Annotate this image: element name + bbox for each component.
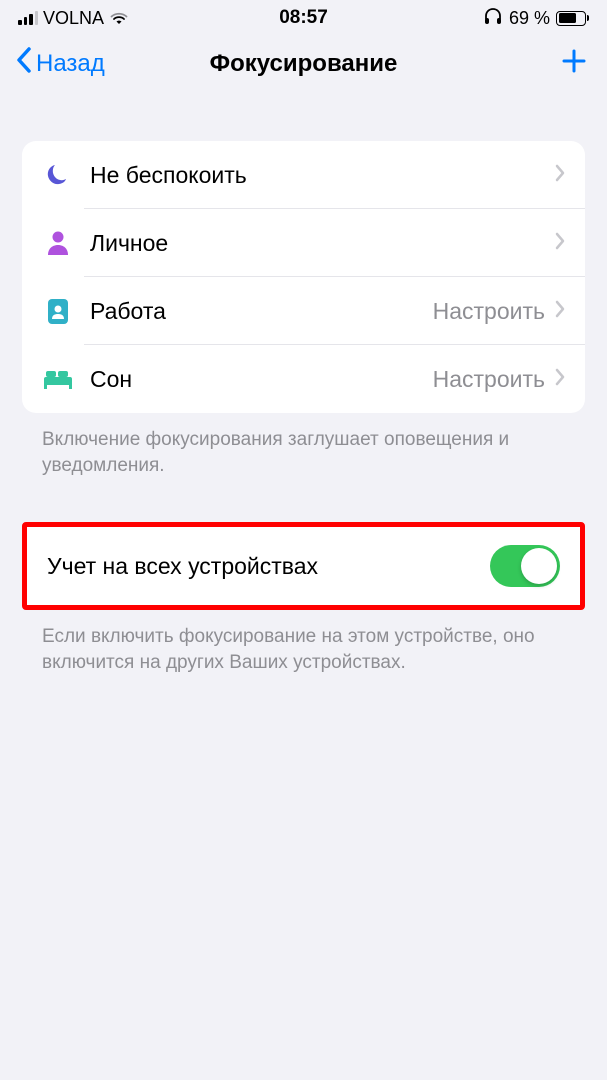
share-across-devices-row[interactable]: Учет на всех устройствах: [27, 527, 580, 605]
share-footer-text: Если включить фокусирование на этом устр…: [22, 610, 585, 689]
page-title: Фокусирование: [210, 50, 398, 78]
highlighted-section: Учет на всех устройствах: [22, 522, 585, 610]
chevron-right-icon: [555, 300, 565, 323]
focus-mode-do-not-disturb[interactable]: Не беспокоить: [22, 141, 585, 209]
chevron-right-icon: [555, 164, 565, 187]
status-time: 08:57: [279, 7, 328, 29]
navigation-bar: Назад Фокусирование: [0, 32, 607, 99]
battery-icon: [556, 11, 589, 26]
back-label: Назад: [36, 50, 105, 78]
switch-label: Учет на всех устройствах: [47, 553, 318, 580]
focus-mode-sleep[interactable]: Сон Настроить: [22, 345, 585, 413]
carrier-label: VOLNA: [43, 8, 104, 29]
badge-icon: [42, 297, 74, 325]
cellular-signal-icon: [18, 11, 38, 25]
item-detail: Настроить: [433, 298, 545, 325]
wifi-icon: [109, 11, 129, 25]
focus-footer-text: Включение фокусирования заглушает оповещ…: [22, 413, 585, 492]
moon-icon: [42, 162, 74, 188]
status-bar: VOLNA 08:57 69 %: [0, 0, 607, 32]
share-toggle[interactable]: [490, 545, 560, 587]
focus-mode-personal[interactable]: Личное: [22, 209, 585, 277]
battery-percent-label: 69 %: [509, 8, 550, 29]
bed-icon: [42, 368, 74, 390]
item-detail: Настроить: [433, 366, 545, 393]
chevron-right-icon: [555, 368, 565, 391]
add-button[interactable]: [557, 44, 591, 83]
item-label: Личное: [90, 230, 555, 257]
content-area: Не беспокоить Личное: [0, 141, 607, 690]
back-button[interactable]: Назад: [16, 47, 105, 80]
chevron-right-icon: [555, 232, 565, 255]
item-label: Сон: [90, 366, 433, 393]
headphones-icon: [483, 7, 503, 30]
item-label: Не беспокоить: [90, 162, 555, 189]
plus-icon: [561, 61, 587, 78]
focus-modes-list: Не беспокоить Личное: [22, 141, 585, 413]
status-right: 69 %: [483, 7, 589, 30]
toggle-knob: [521, 548, 557, 584]
status-left: VOLNA: [18, 8, 129, 29]
item-label: Работа: [90, 298, 433, 325]
chevron-left-icon: [16, 47, 32, 80]
focus-mode-work[interactable]: Работа Настроить: [22, 277, 585, 345]
person-icon: [42, 230, 74, 256]
